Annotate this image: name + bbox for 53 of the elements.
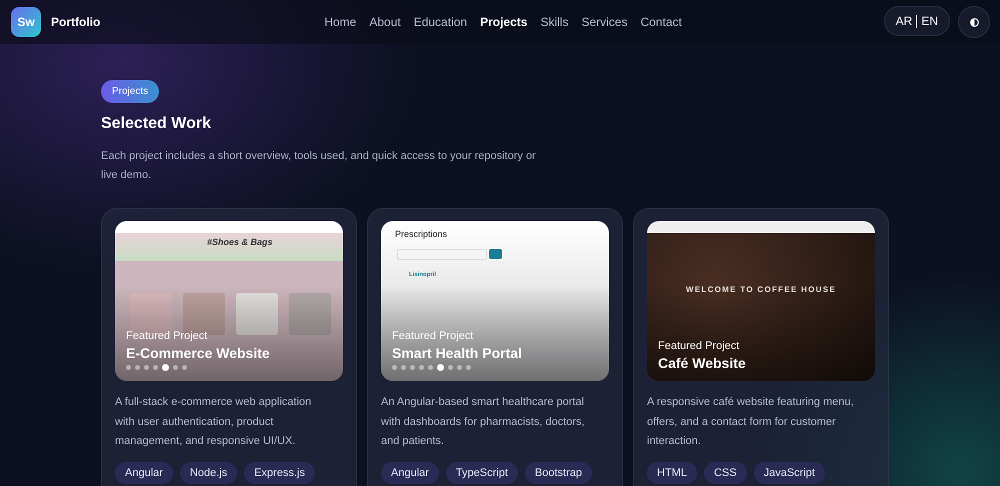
tech-tag: Node.js xyxy=(180,462,238,484)
nav-link[interactable]: Home xyxy=(324,15,356,29)
tech-tag: Angular xyxy=(115,462,173,484)
carousel-dot[interactable] xyxy=(126,365,131,370)
nav-link[interactable]: Education xyxy=(414,15,468,29)
language-toggle[interactable]: AR EN xyxy=(884,6,950,36)
preview-heading: #Shoes & Bags xyxy=(207,237,273,247)
nav-link[interactable]: Skills xyxy=(540,15,568,29)
carousel-dot[interactable] xyxy=(182,365,187,370)
card-eyebrow: Featured Project xyxy=(658,340,740,352)
tech-tag: Express.js xyxy=(244,462,315,484)
carousel-dot[interactable] xyxy=(173,365,178,370)
tech-tag: Angular xyxy=(381,462,439,484)
section-intro: Each project includes a short overview, tools used, and quick access to your repository or live demo. xyxy=(101,149,537,183)
nav-link[interactable]: About xyxy=(369,15,401,29)
contrast-icon xyxy=(970,18,978,26)
carousel-dot[interactable] xyxy=(401,365,406,370)
section-title: Selected Work xyxy=(101,115,212,133)
tech-tag: HTML xyxy=(647,462,697,484)
tech-tag: CSS xyxy=(704,462,747,484)
nav-link[interactable]: Projects xyxy=(480,15,528,29)
card-description: An Angular-based smart healthcare portal with dashboards for pharmacists, doctors, and patients. xyxy=(381,395,586,449)
carousel-dot[interactable] xyxy=(144,365,149,370)
brand-name: Portfolio xyxy=(51,15,100,29)
language-option: EN xyxy=(921,14,938,28)
card-title: Smart Health Portal xyxy=(392,345,522,361)
product-photo xyxy=(289,293,331,335)
carousel-dot[interactable] xyxy=(448,365,453,370)
nav-link[interactable]: Contact xyxy=(640,15,682,29)
carousel-dot[interactable] xyxy=(466,365,471,370)
carousel-dot[interactable] xyxy=(410,365,415,370)
card-eyebrow: Featured Project xyxy=(126,330,208,342)
carousel-dot[interactable] xyxy=(457,365,462,370)
language-option: AR xyxy=(896,14,912,28)
product-photo xyxy=(236,293,278,335)
preview-heading: Prescriptions xyxy=(395,229,448,239)
section-badge: Projects xyxy=(101,80,160,103)
carousel-dot[interactable] xyxy=(135,365,140,370)
carousel-dot[interactable] xyxy=(153,365,158,370)
nav-link[interactable]: Services xyxy=(581,15,628,29)
tech-tag: Bootstrap xyxy=(524,462,592,484)
card-description: A full-stack e-commerce web application with user authentication, product management, and responsive UI/UX. xyxy=(115,395,312,449)
carousel-dot[interactable] xyxy=(419,365,424,370)
card-description: A responsive café website featuring menu, offers, and a contact form for customer interaction. xyxy=(647,395,855,449)
tech-tag: TypeScript xyxy=(446,462,518,484)
tech-tag: JavaScript xyxy=(754,462,825,484)
card-eyebrow: Featured Project xyxy=(392,330,474,342)
carousel-dot[interactable] xyxy=(392,365,397,370)
card-title: E-Commerce Website xyxy=(126,345,270,361)
theme-toggle[interactable] xyxy=(958,6,990,38)
carousel-dot[interactable] xyxy=(428,365,433,370)
card-title: Café Website xyxy=(658,355,746,371)
preview-heading: WELCOME TO COFFEE HOUSE xyxy=(684,285,838,294)
